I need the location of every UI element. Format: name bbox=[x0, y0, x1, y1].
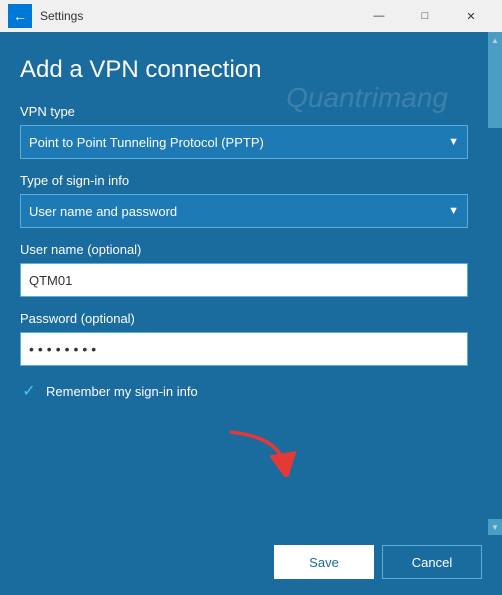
arrow-annotation bbox=[220, 427, 300, 477]
title-bar: ← Settings — □ ✕ bbox=[0, 0, 502, 32]
password-label: Password (optional) bbox=[20, 311, 468, 326]
cancel-button[interactable]: Cancel bbox=[382, 545, 482, 579]
checkbox-checked-icon: ✓ bbox=[20, 382, 38, 400]
vpn-type-chevron-icon: ▼ bbox=[448, 136, 459, 148]
password-input[interactable] bbox=[20, 332, 468, 366]
username-input[interactable] bbox=[20, 263, 468, 297]
signin-type-value: User name and password bbox=[29, 204, 448, 219]
signin-type-select[interactable]: User name and password ▼ bbox=[20, 194, 468, 228]
signin-type-chevron-icon: ▼ bbox=[448, 205, 459, 217]
vpn-type-value: Point to Point Tunneling Protocol (PPTP) bbox=[29, 135, 448, 150]
close-button[interactable]: ✕ bbox=[448, 0, 494, 32]
window-controls: — □ ✕ bbox=[356, 0, 494, 32]
vpn-type-select[interactable]: Point to Point Tunneling Protocol (PPTP)… bbox=[20, 125, 468, 159]
scroll-track bbox=[488, 48, 502, 519]
main-content: Add a VPN connection Quantrimang VPN typ… bbox=[0, 32, 502, 535]
content-area: Add a VPN connection Quantrimang VPN typ… bbox=[0, 32, 488, 535]
remember-row[interactable]: ✓ Remember my sign-in info bbox=[20, 382, 468, 400]
username-label: User name (optional) bbox=[20, 242, 468, 257]
remember-label: Remember my sign-in info bbox=[46, 384, 198, 399]
scrollbar[interactable]: ▲ ▼ bbox=[488, 32, 502, 535]
back-icon: ← bbox=[13, 8, 27, 24]
title-bar-text: Settings bbox=[40, 9, 356, 23]
vpn-type-label: VPN type bbox=[20, 104, 468, 119]
scroll-down-button[interactable]: ▼ bbox=[488, 519, 502, 535]
page-title: Add a VPN connection bbox=[20, 56, 468, 84]
back-button[interactable]: ← bbox=[8, 4, 32, 28]
scroll-up-button[interactable]: ▲ bbox=[488, 32, 502, 48]
minimize-button[interactable]: — bbox=[356, 0, 402, 32]
scroll-thumb[interactable] bbox=[488, 48, 502, 128]
signin-type-label: Type of sign-in info bbox=[20, 173, 468, 188]
save-button[interactable]: Save bbox=[274, 545, 374, 579]
maximize-button[interactable]: □ bbox=[402, 0, 448, 32]
footer: Save Cancel bbox=[0, 535, 502, 595]
